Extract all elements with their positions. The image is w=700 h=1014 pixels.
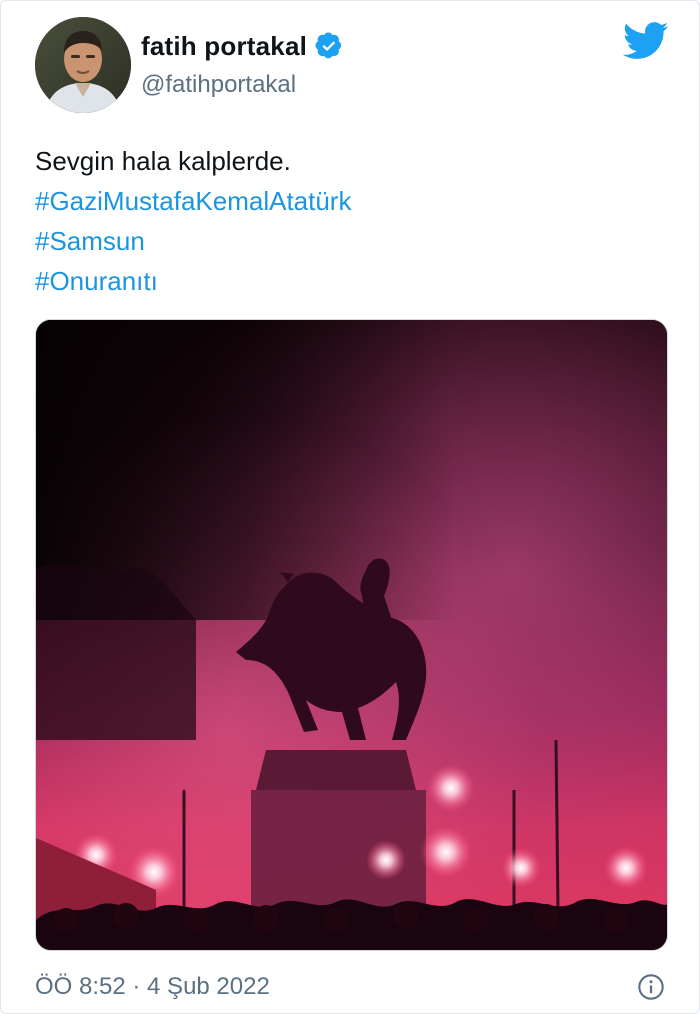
- tweet-header: fatih portakal @fatihportakal: [1, 1, 699, 121]
- tweet-footer: ÖÖ 8:52 · 4 Şub 2022: [35, 967, 671, 1007]
- tweet-text-line: Sevgin hala kalplerde.: [35, 146, 291, 176]
- info-icon[interactable]: [637, 973, 665, 1001]
- twitter-bird-icon[interactable]: [623, 21, 669, 61]
- tweet-text: Sevgin hala kalplerde. #GaziMustafaKemal…: [35, 141, 665, 301]
- author-display-name[interactable]: fatih portakal: [141, 31, 307, 62]
- hashtag-link[interactable]: #Onuranıtı: [35, 261, 665, 301]
- verified-badge-icon: [315, 32, 342, 59]
- author-handle[interactable]: @fatihportakal: [141, 71, 296, 99]
- hashtag-link[interactable]: #GaziMustafaKemalAtatürk: [35, 181, 665, 221]
- author-name-row[interactable]: fatih portakal: [141, 29, 343, 63]
- hashtag-link[interactable]: #Samsun: [35, 221, 665, 261]
- avatar-photo: [35, 17, 131, 113]
- tweet-photo[interactable]: [35, 319, 668, 951]
- tweet-timestamp[interactable]: ÖÖ 8:52 · 4 Şub 2022: [35, 973, 270, 1001]
- avatar[interactable]: [35, 17, 131, 113]
- statue-flares-photo: [36, 320, 667, 950]
- tweet-card[interactable]: fatih portakal @fatihportakal Sevgin hal…: [0, 0, 700, 1014]
